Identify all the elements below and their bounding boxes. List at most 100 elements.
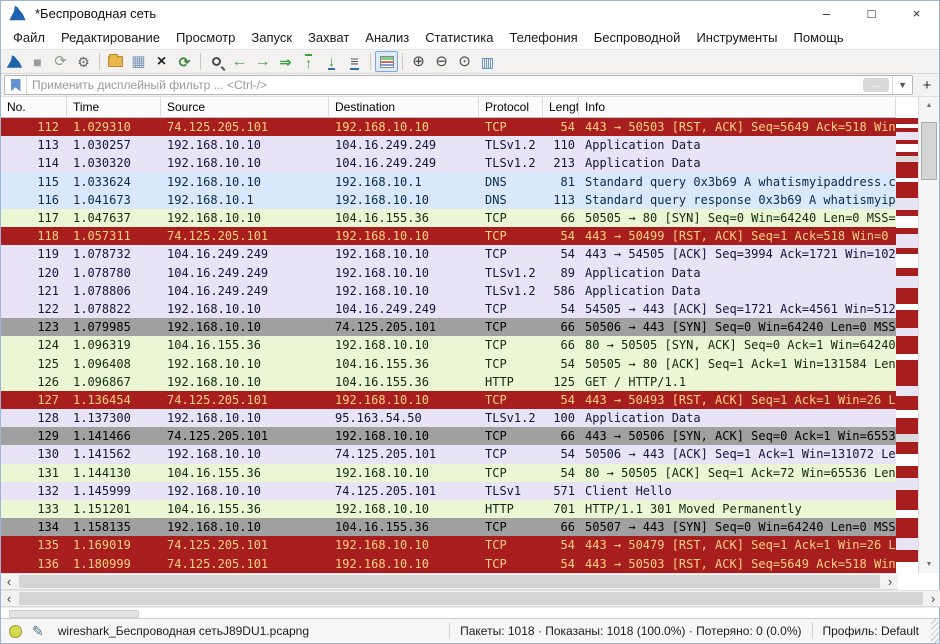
column-header-destination[interactable]: Destination	[329, 97, 479, 117]
close-file-icon[interactable]: ×	[150, 51, 173, 72]
cell-proto: TCP	[479, 338, 543, 352]
restart-capture-icon[interactable]: ⟳	[49, 51, 72, 72]
packet-row[interactable]: 1321.145999192.168.10.1074.125.205.101TL…	[1, 482, 896, 500]
resize-grip[interactable]	[931, 619, 939, 643]
go-top-icon[interactable]: ↑	[297, 51, 320, 72]
profile-label[interactable]: Профиль: Default	[812, 623, 932, 640]
menu-item-6[interactable]: Статистика	[417, 27, 501, 48]
go-bottom-icon[interactable]: ↓	[320, 51, 343, 72]
expert-info-icon[interactable]	[9, 625, 22, 638]
column-header-no[interactable]: No.	[1, 97, 67, 117]
packet-row[interactable]: 1361.18099974.125.205.101192.168.10.10TC…	[1, 555, 896, 573]
packet-row[interactable]: 1271.13645474.125.205.101192.168.10.10TC…	[1, 391, 896, 409]
packet-row[interactable]: 1171.047637192.168.10.10104.16.155.36TCP…	[1, 209, 896, 227]
vertical-scrollbar[interactable]: ▲ ▼	[918, 97, 939, 573]
go-to-packet-icon[interactable]: ⇒	[274, 51, 297, 72]
menu-item-0[interactable]: Файл	[5, 27, 53, 48]
packet-row[interactable]: 1151.033624192.168.10.10192.168.10.1DNS8…	[1, 173, 896, 191]
packet-row[interactable]: 1251.096408192.168.10.10104.16.155.36TCP…	[1, 354, 896, 372]
zoom-in-icon-glyph: ⊕	[412, 54, 425, 69]
menu-item-2[interactable]: Просмотр	[168, 27, 243, 48]
zoom-original-icon[interactable]: ⊙	[453, 51, 476, 72]
open-file-icon[interactable]	[104, 51, 127, 72]
filter-bookmark-button[interactable]	[5, 76, 27, 94]
resize-columns-icon[interactable]: ▥	[476, 51, 499, 72]
display-filter-input[interactable]: Применить дисплейный фильтр ... <Ctrl-/>…	[4, 75, 913, 95]
colorize-icon[interactable]	[375, 51, 398, 72]
zoom-out-icon[interactable]: ⊖	[430, 51, 453, 72]
scroll-left-arrow-icon[interactable]: ‹	[1, 574, 17, 589]
packet-row[interactable]: 1191.078732104.16.249.249192.168.10.10TC…	[1, 245, 896, 263]
packet-row[interactable]: 1211.078806104.16.249.249192.168.10.10TL…	[1, 282, 896, 300]
packet-row[interactable]: 1281.137300192.168.10.1095.163.54.50TLSv…	[1, 409, 896, 427]
menu-item-4[interactable]: Захват	[300, 27, 357, 48]
packet-row[interactable]: 1341.158135192.168.10.10104.16.155.36TCP…	[1, 518, 896, 536]
minimize-button[interactable]: –	[804, 1, 849, 25]
autoscroll-icon[interactable]: ≡	[343, 51, 366, 72]
column-header-source[interactable]: Source	[161, 97, 329, 117]
minimap-stripes[interactable]	[896, 118, 918, 573]
menu-item-8[interactable]: Беспроводной	[586, 27, 689, 48]
start-capture-icon[interactable]	[3, 51, 26, 72]
packet-row[interactable]: 1331.151201104.16.155.36192.168.10.10HTT…	[1, 500, 896, 518]
packet-row[interactable]: 1121.02931074.125.205.101192.168.10.10TC…	[1, 118, 896, 136]
menu-item-10[interactable]: Помощь	[786, 27, 852, 48]
capture-comment-icon[interactable]: ✎	[32, 623, 44, 640]
splitter-handle[interactable]	[9, 610, 139, 618]
maximize-button[interactable]: □	[849, 1, 894, 25]
menu-item-3[interactable]: Запуск	[243, 27, 300, 48]
cell-info: 443 → 50479 [RST, ACK] Seq=1 Ack=1 Win=2…	[579, 538, 896, 552]
column-header-length[interactable]: Length	[543, 97, 579, 117]
menu-item-7[interactable]: Телефония	[501, 27, 585, 48]
column-header-time[interactable]: Time	[67, 97, 161, 117]
packet-row[interactable]: 1351.16901974.125.205.101192.168.10.10TC…	[1, 536, 896, 554]
go-forward-icon[interactable]: →	[251, 51, 274, 72]
scroll-down-arrow-icon[interactable]: ▼	[919, 556, 939, 573]
scroll-left-arrow-icon[interactable]: ‹	[1, 591, 17, 606]
scroll-right-arrow-icon[interactable]: ›	[882, 574, 898, 589]
filter-apply-button[interactable]: →	[863, 78, 889, 92]
packet-row[interactable]: 1131.030257192.168.10.10104.16.249.249TL…	[1, 136, 896, 154]
packet-row[interactable]: 1301.141562192.168.10.1074.125.205.101TC…	[1, 445, 896, 463]
menu-item-1[interactable]: Редактирование	[53, 27, 168, 48]
stop-capture-icon[interactable]: ■	[26, 51, 49, 72]
capture-options-icon[interactable]: ⚙	[72, 51, 95, 72]
horizontal-scrollbar-1[interactable]: ‹ ›	[1, 573, 898, 590]
go-back-icon[interactable]: ←	[228, 51, 251, 72]
reload-file-icon[interactable]: ⟳	[173, 51, 196, 72]
packet-row[interactable]: 1221.078822192.168.10.10104.16.249.249TC…	[1, 300, 896, 318]
vertical-scroll-thumb[interactable]	[921, 122, 937, 180]
horizontal-scroll-thumb[interactable]	[19, 575, 880, 588]
save-file-icon[interactable]: ▦	[127, 51, 150, 72]
packet-row[interactable]: 1181.05731174.125.205.101192.168.10.10TC…	[1, 227, 896, 245]
intelligent-scrollbar[interactable]	[896, 97, 918, 573]
column-header-info[interactable]: Info	[579, 97, 896, 117]
packet-row[interactable]: 1291.14146674.125.205.101192.168.10.10TC…	[1, 427, 896, 445]
packet-row[interactable]: 1261.096867192.168.10.10104.16.155.36HTT…	[1, 373, 896, 391]
zoom-in-icon[interactable]: ⊕	[407, 51, 430, 72]
packet-list-rows: 1121.02931074.125.205.101192.168.10.10TC…	[1, 118, 896, 573]
find-packet-icon[interactable]	[205, 51, 228, 72]
scroll-right-arrow-icon[interactable]: ›	[925, 591, 940, 606]
cell-src: 192.168.10.10	[161, 375, 329, 389]
menu-item-5[interactable]: Анализ	[357, 27, 417, 48]
vertical-scroll-track[interactable]	[919, 114, 939, 556]
packet-row[interactable]: 1241.096319104.16.155.36192.168.10.10TCP…	[1, 336, 896, 354]
cell-time: 1.180999	[67, 557, 161, 571]
horizontal-scroll-thumb[interactable]	[19, 592, 923, 605]
scroll-up-arrow-icon[interactable]: ▲	[919, 97, 939, 114]
packet-row[interactable]: 1201.078780104.16.249.249192.168.10.10TL…	[1, 264, 896, 282]
close-button[interactable]: ×	[894, 1, 939, 25]
cell-no: 127	[1, 393, 67, 407]
filter-dropdown-caret[interactable]: ▼	[892, 76, 912, 94]
packet-row[interactable]: 1141.030320192.168.10.10104.16.249.249TL…	[1, 154, 896, 172]
pane-splitter[interactable]	[1, 607, 939, 618]
packet-row[interactable]: 1311.144130104.16.155.36192.168.10.10TCP…	[1, 464, 896, 482]
toolbar-separator	[200, 53, 201, 70]
packet-row[interactable]: 1161.041673192.168.10.1192.168.10.10DNS1…	[1, 191, 896, 209]
column-header-protocol[interactable]: Protocol	[479, 97, 543, 117]
menu-item-9[interactable]: Инструменты	[688, 27, 785, 48]
filter-add-button[interactable]: +	[918, 77, 936, 94]
packet-row[interactable]: 1231.079985192.168.10.1074.125.205.101TC…	[1, 318, 896, 336]
horizontal-scrollbar-2[interactable]: ‹ ›	[1, 590, 940, 607]
